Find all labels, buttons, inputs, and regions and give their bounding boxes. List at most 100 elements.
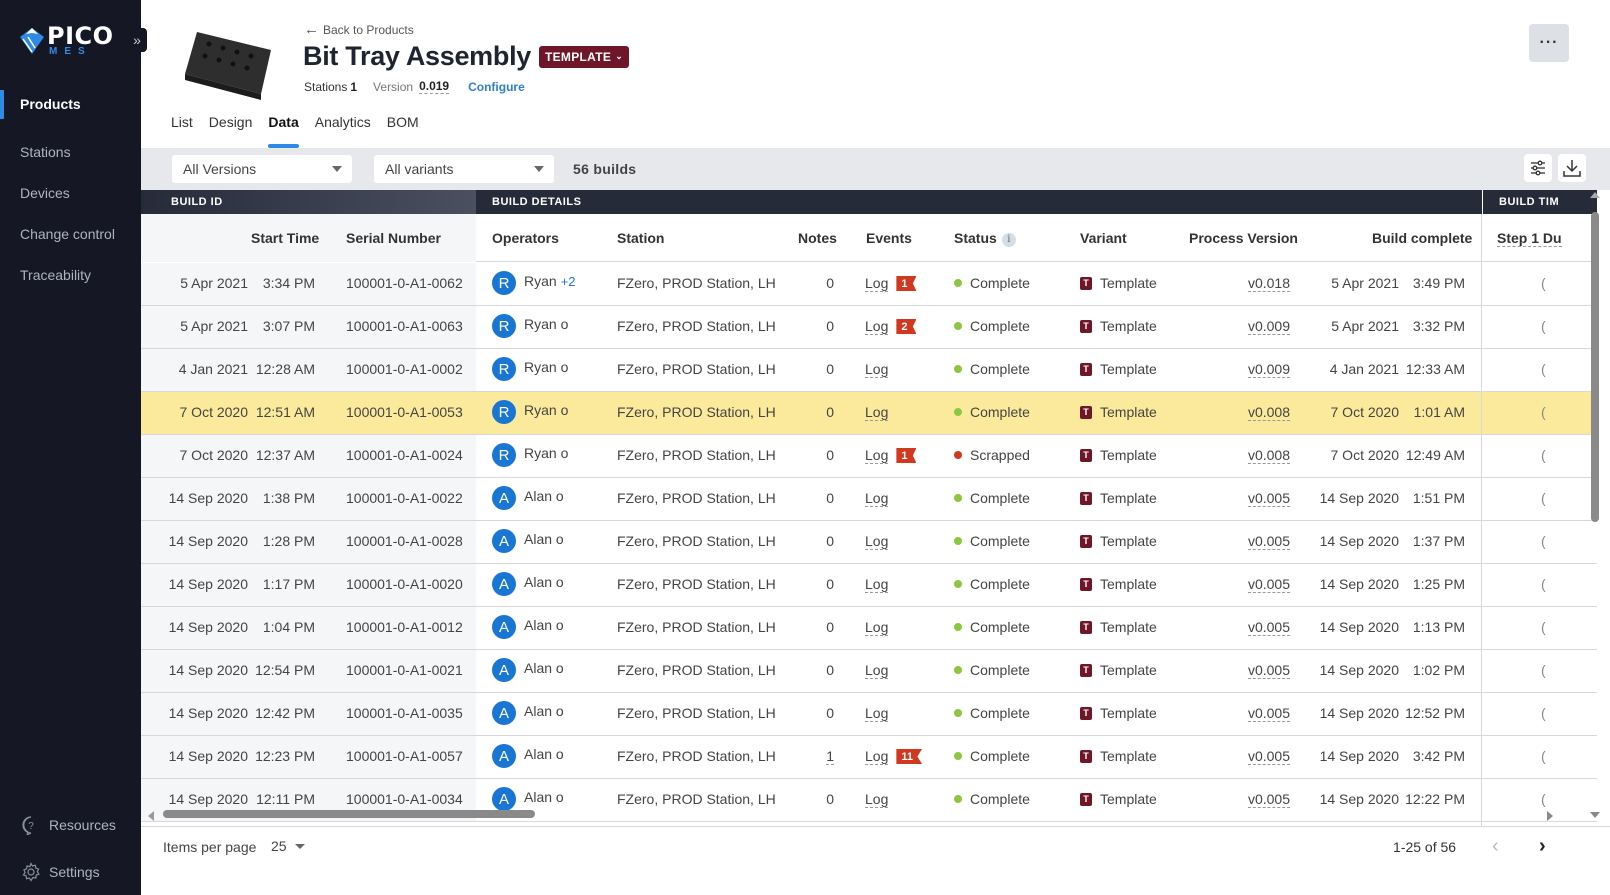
process-version[interactable]: v0.009 xyxy=(1247,318,1290,335)
horizontal-scrollbar[interactable] xyxy=(141,808,1561,824)
tab-list[interactable]: List xyxy=(171,114,193,148)
column-settings-button[interactable] xyxy=(1524,154,1552,182)
process-version[interactable]: v0.008 xyxy=(1247,447,1290,464)
col-header-notes[interactable]: Notes xyxy=(798,230,837,246)
notes-count[interactable]: 0 xyxy=(826,275,834,291)
sidebar-item-devices[interactable]: Devices xyxy=(0,172,141,213)
notes-count[interactable]: 0 xyxy=(826,361,834,377)
table-row[interactable]: 5 Apr 2021 3:34 PM 100001-0-A1-0062 R Ry… xyxy=(141,263,1597,306)
notes-count[interactable]: 0 xyxy=(826,705,834,721)
table-row[interactable]: 14 Sep 2020 1:28 PM 100001-0-A1-0028 A A… xyxy=(141,521,1597,564)
process-version[interactable]: v0.005 xyxy=(1247,705,1290,722)
variant-dropdown-badge[interactable]: TEMPLATE ⌄ xyxy=(539,45,630,68)
col-header-start-time[interactable]: Start Time xyxy=(251,230,319,246)
log-link[interactable]: Log xyxy=(865,361,889,378)
process-version[interactable]: v0.005 xyxy=(1247,490,1290,507)
serial-number[interactable]: 100001-0-A1-0028 xyxy=(346,533,463,549)
process-version[interactable]: v0.018 xyxy=(1247,275,1290,292)
sidebar-item-change-control[interactable]: Change control xyxy=(0,213,141,254)
col-header-step-1-duration[interactable]: Step 1 Du xyxy=(1497,230,1562,247)
serial-number[interactable]: 100001-0-A1-0020 xyxy=(346,576,463,592)
log-link[interactable]: Log xyxy=(865,748,889,765)
serial-number[interactable]: 100001-0-A1-0035 xyxy=(346,705,463,721)
info-icon[interactable]: i xyxy=(1001,233,1016,247)
log-link[interactable]: Log xyxy=(865,404,889,421)
table-row[interactable]: 14 Sep 2020 12:54 PM 100001-0-A1-0021 A … xyxy=(141,650,1597,693)
sidebar-item-products[interactable]: Products xyxy=(0,90,141,131)
process-version[interactable]: v0.005 xyxy=(1247,662,1290,679)
notes-count[interactable]: 0 xyxy=(826,490,834,506)
notes-count[interactable]: 0 xyxy=(826,791,834,807)
tab-analytics[interactable]: Analytics xyxy=(315,114,371,148)
serial-number[interactable]: 100001-0-A1-0063 xyxy=(346,318,463,334)
process-version[interactable]: v0.008 xyxy=(1247,404,1290,421)
col-header-operators[interactable]: Operators xyxy=(492,230,559,246)
more-operators-link[interactable]: +2 xyxy=(561,274,576,289)
items-per-page-select[interactable]: 25 xyxy=(271,838,305,854)
configure-link[interactable]: Configure xyxy=(468,80,525,94)
log-link[interactable]: Log xyxy=(865,533,889,550)
more-options-button[interactable]: ··· xyxy=(1529,24,1569,62)
scroll-left-icon[interactable] xyxy=(148,811,154,821)
col-header-variant[interactable]: Variant xyxy=(1080,230,1127,246)
table-row[interactable]: 4 Jan 2021 12:28 AM 100001-0-A1-0002 R R… xyxy=(141,349,1597,392)
col-header-events[interactable]: Events xyxy=(866,230,912,246)
scroll-down-icon[interactable] xyxy=(1590,812,1600,818)
serial-number[interactable]: 100001-0-A1-0034 xyxy=(346,791,463,807)
serial-number[interactable]: 100001-0-A1-0022 xyxy=(346,490,463,506)
tab-bom[interactable]: BOM xyxy=(387,114,419,148)
notes-count[interactable]: 0 xyxy=(826,533,834,549)
table-row[interactable]: 14 Sep 2020 12:42 PM 100001-0-A1-0035 A … xyxy=(141,693,1597,736)
table-row[interactable]: 14 Sep 2020 1:38 PM 100001-0-A1-0022 A A… xyxy=(141,478,1597,521)
table-row[interactable]: 14 Sep 2020 1:17 PM 100001-0-A1-0020 A A… xyxy=(141,564,1597,607)
serial-number[interactable]: 100001-0-A1-0002 xyxy=(346,361,463,377)
table-row[interactable]: 14 Sep 2020 12:23 PM 100001-0-A1-0057 A … xyxy=(141,736,1597,779)
serial-number[interactable]: 100001-0-A1-0062 xyxy=(346,275,463,291)
sidebar-item-settings[interactable]: Settings xyxy=(0,848,141,895)
col-header-process-version[interactable]: Process Version xyxy=(1189,230,1298,246)
logo[interactable]: PICO MES xyxy=(20,24,114,57)
serial-number[interactable]: 100001-0-A1-0021 xyxy=(346,662,463,678)
log-link[interactable]: Log xyxy=(865,791,889,808)
table-row[interactable]: 7 Oct 2020 12:51 AM 100001-0-A1-0053 R R… xyxy=(141,392,1597,435)
notes-count[interactable]: 0 xyxy=(826,447,834,463)
process-version[interactable]: v0.005 xyxy=(1247,533,1290,550)
process-version[interactable]: v0.005 xyxy=(1247,576,1290,593)
log-link[interactable]: Log xyxy=(865,662,889,679)
log-link[interactable]: Log xyxy=(865,318,889,335)
notes-count[interactable]: 0 xyxy=(826,576,834,592)
sidebar-item-stations[interactable]: Stations xyxy=(0,131,141,172)
log-link[interactable]: Log xyxy=(865,490,889,507)
log-link[interactable]: Log xyxy=(865,705,889,722)
log-link[interactable]: Log xyxy=(865,447,889,464)
scroll-right-icon[interactable] xyxy=(1547,811,1553,821)
sidebar-item-resources[interactable]: ? Resources xyxy=(0,801,141,848)
serial-number[interactable]: 100001-0-A1-0024 xyxy=(346,447,463,463)
notes-count[interactable]: 1 xyxy=(826,748,834,765)
vertical-scroll-thumb[interactable] xyxy=(1591,212,1599,522)
next-page-button[interactable]: › xyxy=(1539,835,1546,858)
tab-data[interactable]: Data xyxy=(268,114,300,148)
col-header-status[interactable]: Status i xyxy=(954,230,1016,247)
version-value[interactable]: 0.019 xyxy=(419,79,450,94)
tab-design[interactable]: Design xyxy=(209,114,253,148)
serial-number[interactable]: 100001-0-A1-0012 xyxy=(346,619,463,635)
vertical-scrollbar[interactable] xyxy=(1588,190,1600,826)
download-button[interactable] xyxy=(1558,154,1586,182)
table-row[interactable]: 5 Apr 2021 3:07 PM 100001-0-A1-0063 R Ry… xyxy=(141,306,1597,349)
notes-count[interactable]: 0 xyxy=(826,619,834,635)
process-version[interactable]: v0.005 xyxy=(1247,619,1290,636)
notes-count[interactable]: 0 xyxy=(826,404,834,420)
log-link[interactable]: Log xyxy=(865,275,889,292)
process-version[interactable]: v0.005 xyxy=(1247,748,1290,765)
table-row[interactable]: 7 Oct 2020 12:37 AM 100001-0-A1-0024 R R… xyxy=(141,435,1597,478)
serial-number[interactable]: 100001-0-A1-0057 xyxy=(346,748,463,764)
log-link[interactable]: Log xyxy=(865,619,889,636)
process-version[interactable]: v0.009 xyxy=(1247,361,1290,378)
serial-number[interactable]: 100001-0-A1-0053 xyxy=(346,404,463,420)
notes-count[interactable]: 0 xyxy=(826,318,834,334)
col-header-build-complete[interactable]: Build complete xyxy=(1372,230,1472,246)
versions-select[interactable]: All Versions xyxy=(172,155,352,183)
col-header-serial-number[interactable]: Serial Number xyxy=(346,230,441,246)
variants-select[interactable]: All variants xyxy=(374,155,554,183)
